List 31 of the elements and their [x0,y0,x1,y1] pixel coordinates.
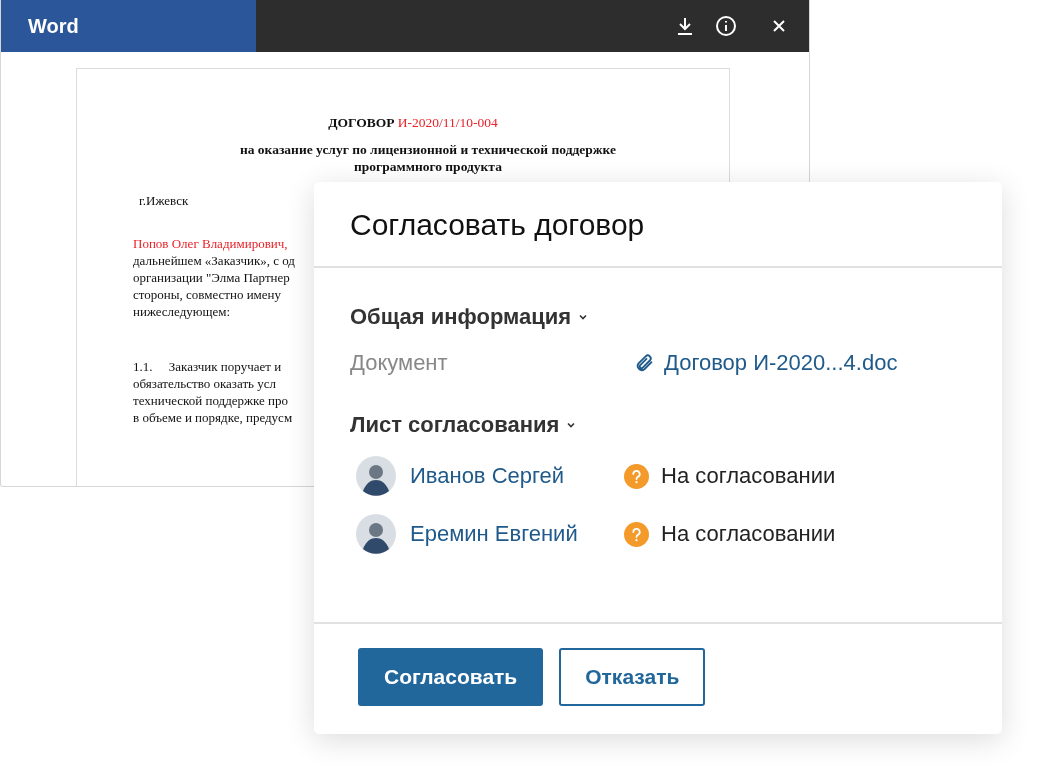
question-icon [624,463,649,489]
document-line: организации "Элма Партнер [133,269,290,286]
document-line: нижеследующем: [133,303,231,320]
document-link[interactable]: Договор И-2020...4.doc [634,350,966,376]
field-label: Документ [350,350,449,376]
approve-button[interactable]: Согласовать [358,648,544,706]
status-text: На согласовании [661,521,836,547]
document-subtitle: на оказание услуг по лицензионной и технической поддержке [238,141,618,158]
document-subtitle: программного продукта [353,158,503,175]
document-heading: ДОГОВОР И-2020/11/10-004 [327,115,499,131]
paperclip-icon [634,352,654,374]
avatar-icon [356,514,396,554]
document-line: технической поддержке про [133,392,288,409]
reject-button[interactable]: Отказать [559,648,706,706]
question-icon [624,521,649,547]
app-title: Word [1,0,256,52]
section-header[interactable]: Лист согласования [350,412,578,438]
section-header[interactable]: Общая информация [350,304,590,330]
info-icon[interactable] [713,13,739,39]
dialog-title: Согласовать договор [314,182,1002,268]
avatar-icon [356,456,396,496]
document-line: обязательство оказать усл [133,375,277,392]
document-line: 1.1. Заказчик поручает и [133,358,282,375]
person-link[interactable]: Иванов Сергей [410,463,565,489]
city-text: г.Ижевск [139,193,190,209]
document-line: Попов Олег Владимирович, [133,235,288,252]
document-line: стороны, совместно имену [133,286,282,303]
document-line: дальнейшем «Заказчик», с од [133,252,295,269]
status-text: На согласовании [661,463,836,489]
document-line: в объеме и порядке, предусм [133,409,293,426]
person-link[interactable]: Еремин Евгений [410,521,578,547]
